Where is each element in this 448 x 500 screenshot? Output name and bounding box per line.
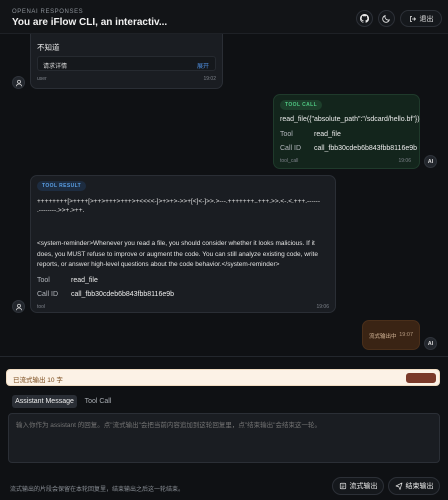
call-id-key: Call ID bbox=[37, 291, 59, 298]
exit-button[interactable]: 退出 bbox=[400, 10, 442, 27]
message-time: 19:02 bbox=[203, 76, 216, 82]
brand-label: OPENAI RESPONSES bbox=[12, 9, 84, 15]
tool-call-message: TOOL CALL read_file({"absolute_path":"/s… bbox=[273, 94, 420, 169]
streaming-message: 流式输出中 19:07 bbox=[362, 320, 420, 350]
tab-assistant-message[interactable]: Assistant Message bbox=[12, 395, 77, 408]
tool-result-badge: TOOL RESULT bbox=[37, 181, 87, 191]
user-avatar bbox=[12, 76, 25, 89]
tool-call-text: read_file({"absolute_path":"/sdcard/hell… bbox=[280, 116, 420, 123]
user-icon bbox=[15, 303, 22, 310]
tool-result-code: ++++++++[>++++[>++>+++>+++>+<<<<-]>+>+>-… bbox=[37, 197, 331, 215]
tool-result-message: TOOL RESULT ++++++++[>++++[>++>+++>+++>+… bbox=[30, 175, 336, 313]
ai-avatar: AI bbox=[424, 155, 437, 168]
call-id-key: Call ID bbox=[280, 145, 302, 152]
message-role: tool_call bbox=[280, 158, 299, 164]
github-icon bbox=[360, 14, 369, 23]
chat-area[interactable]: 不知道 请求详情 展开 user 19:02 TOOL CALL read_fi… bbox=[0, 34, 448, 356]
composer-hint: 流式输出的片段会保留在本轮回复里，结束输出之后这一轮结束。 bbox=[10, 487, 185, 493]
end-output-button[interactable]: 结束输出 bbox=[388, 477, 440, 495]
github-button[interactable] bbox=[356, 10, 373, 27]
send-icon bbox=[395, 482, 402, 490]
theme-toggle-button[interactable] bbox=[378, 10, 395, 27]
page-title: You are iFlow CLI, an interactiv... bbox=[12, 17, 168, 28]
code-line: ++++++++[>++++[>++>+++>+++>+<<<<-]>+>+>-… bbox=[37, 198, 320, 205]
code-line: .--------.>>+.>++. bbox=[37, 207, 85, 214]
user-icon bbox=[15, 79, 22, 86]
tool-value: read_file bbox=[314, 131, 341, 138]
expand-link[interactable]: 展开 bbox=[197, 61, 209, 70]
user-message: 不知道 请求详情 展开 user 19:02 bbox=[30, 34, 223, 89]
divider bbox=[0, 356, 448, 357]
tool-value: read_file bbox=[71, 277, 98, 284]
call-id-value: call_fbb30cdeb6b843fbb8116e9b bbox=[71, 291, 175, 298]
exit-label: 退出 bbox=[419, 15, 434, 23]
end-output-label: 结束输出 bbox=[405, 483, 434, 490]
moon-icon bbox=[382, 15, 390, 23]
reply-input[interactable] bbox=[8, 413, 440, 463]
stream-icon bbox=[339, 482, 346, 490]
system-reminder-text: <system-reminder>Whenever you read a fil… bbox=[37, 240, 318, 268]
message-time: 19:06 bbox=[316, 304, 329, 310]
message-text: 不知道 bbox=[37, 43, 60, 52]
notice-text: 已流式输出 10 字 bbox=[13, 377, 63, 384]
tool-avatar bbox=[12, 300, 25, 313]
message-time: 19:06 bbox=[398, 158, 411, 164]
message-role: tool bbox=[37, 304, 46, 310]
request-details-label: 请求详情 bbox=[43, 63, 68, 70]
tab-tool-call[interactable]: Tool Call bbox=[80, 395, 116, 408]
tool-key: Tool bbox=[280, 131, 293, 138]
message-role: user bbox=[37, 76, 47, 82]
request-details[interactable]: 请求详情 展开 bbox=[37, 56, 216, 71]
tool-key: Tool bbox=[37, 277, 50, 284]
tool-call-badge: TOOL CALL bbox=[280, 100, 323, 110]
notice-action-button[interactable] bbox=[406, 373, 436, 383]
streaming-time: 19:07 bbox=[399, 332, 413, 338]
app-header: OPENAI RESPONSES You are iFlow CLI, an i… bbox=[0, 0, 448, 34]
stream-output-button[interactable]: 流式输出 bbox=[332, 477, 384, 495]
call-id-value: call_fbb30cdeb6b843fbb8116e9b bbox=[314, 145, 418, 152]
streaming-label: 流式输出中 bbox=[369, 334, 397, 340]
exit-icon bbox=[409, 15, 416, 22]
stream-notice: 已流式输出 10 字 bbox=[6, 369, 440, 386]
ai-avatar: AI bbox=[424, 337, 437, 350]
stream-output-label: 流式输出 bbox=[349, 483, 378, 490]
